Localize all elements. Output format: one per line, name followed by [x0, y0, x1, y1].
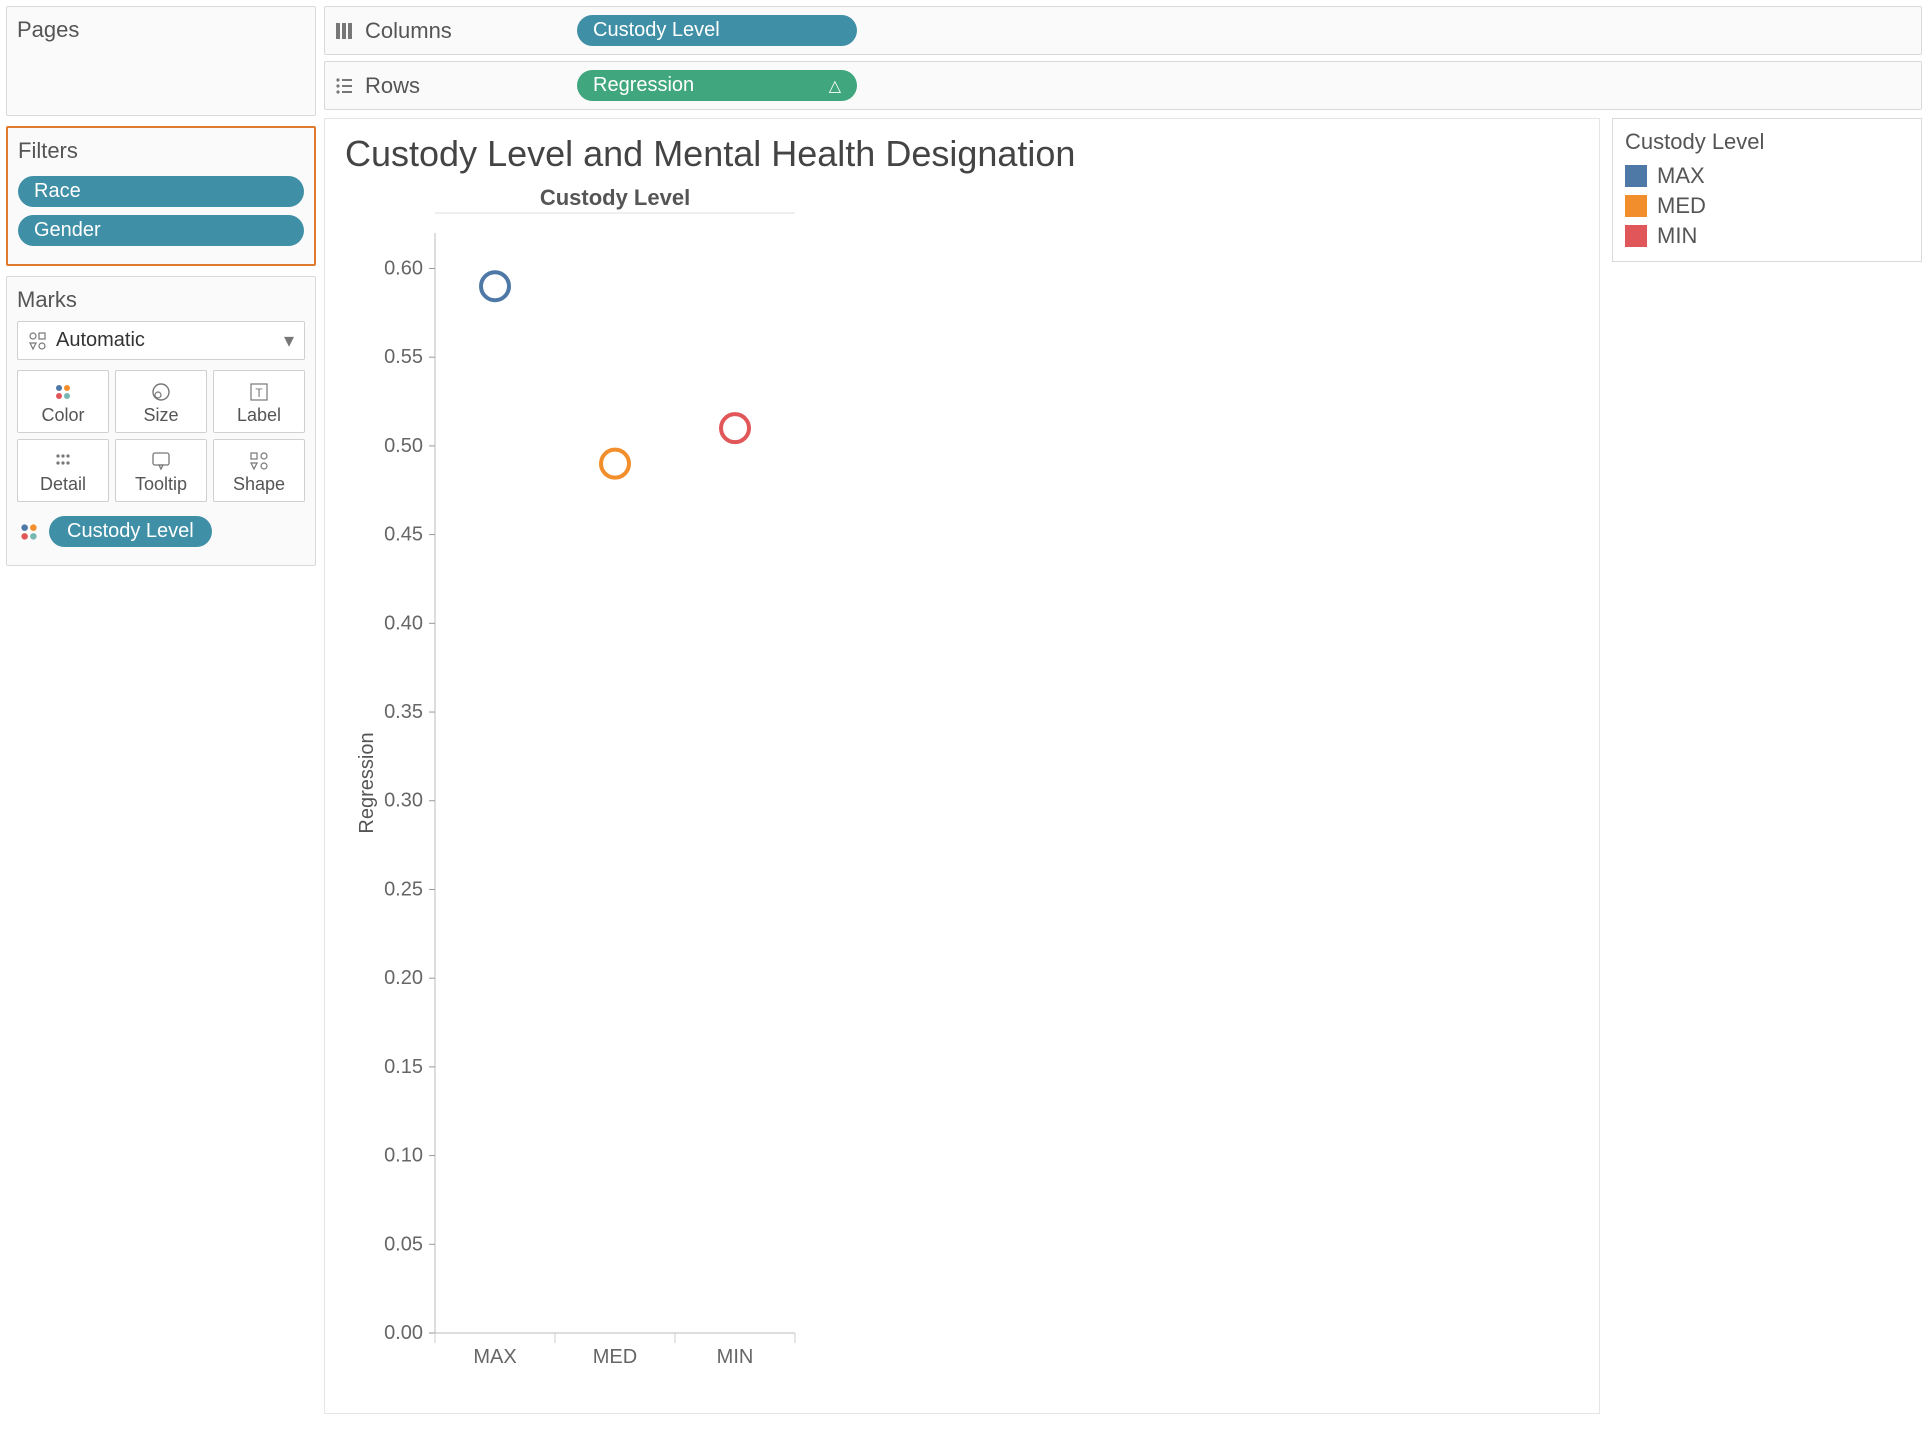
y-tick-label: 0.25 [384, 878, 423, 900]
marks-cell-label: Tooltip [135, 474, 187, 495]
column-header: Custody Level [540, 185, 690, 210]
marks-cell-label: Size [143, 405, 178, 426]
x-tick-label: MIN [717, 1346, 754, 1368]
marks-cell-label: Color [41, 405, 84, 426]
pill-label: Custody Level [67, 520, 194, 543]
marks-type-label: Automatic [56, 329, 145, 352]
label-icon: T [248, 379, 270, 405]
filters-title: Filters [18, 138, 304, 164]
legend-swatch [1625, 225, 1647, 247]
marks-size-button[interactable]: Size [115, 370, 207, 433]
y-tick-label: 0.35 [384, 701, 423, 723]
detail-icon [52, 448, 74, 474]
legend-item[interactable]: MAX [1625, 161, 1909, 191]
y-tick-label: 0.05 [384, 1233, 423, 1255]
x-tick-label: MED [593, 1346, 637, 1368]
pill-label: Gender [34, 219, 101, 242]
marks-color-button[interactable]: Color [17, 370, 109, 433]
legend-swatch [1625, 165, 1647, 187]
marks-tooltip-button[interactable]: Tooltip [115, 439, 207, 502]
y-tick-label: 0.15 [384, 1056, 423, 1078]
y-tick-label: 0.10 [384, 1145, 423, 1167]
legend-item[interactable]: MIN [1625, 221, 1909, 251]
y-tick-label: 0.20 [384, 967, 423, 989]
rows-pill-regression[interactable]: Regression △ [577, 70, 857, 101]
marks-title: Marks [17, 287, 305, 313]
rows-icon [333, 75, 355, 97]
filter-pill-race[interactable]: Race [18, 176, 304, 207]
marks-detail-button[interactable]: Detail [17, 439, 109, 502]
size-icon [148, 379, 174, 405]
y-tick-label: 0.40 [384, 612, 423, 634]
legend-title: Custody Level [1625, 129, 1909, 155]
color-icon [52, 379, 74, 405]
color-legend[interactable]: Custody Level MAX MED MIN [1612, 118, 1922, 262]
columns-label: Columns [365, 18, 452, 44]
tooltip-icon [150, 448, 172, 474]
data-point[interactable] [601, 450, 629, 478]
data-point[interactable] [481, 272, 509, 300]
chart-area: Custody Level 0.00 0.05 0.10 0.15 0.20 0.25 0.3… [345, 183, 1579, 1393]
filters-shelf[interactable]: Filters Race Gender [6, 126, 316, 266]
y-tick-label: 0.00 [384, 1322, 423, 1344]
y-tick-label: 0.45 [384, 524, 423, 546]
pages-title: Pages [17, 17, 305, 43]
marks-card: Marks Automatic ▾ [6, 276, 316, 566]
columns-shelf[interactable]: Columns Custody Level [324, 6, 1922, 55]
visualization-pane: Custody Level and Mental Health Designat… [324, 118, 1600, 1414]
y-tick-label: 0.30 [384, 790, 423, 812]
y-tick-label: 0.50 [384, 435, 423, 457]
y-tick-label: 0.55 [384, 346, 423, 368]
rows-label: Rows [365, 73, 420, 99]
chevron-down-icon: ▾ [284, 328, 294, 353]
color-legend-icon [17, 520, 41, 544]
marks-shape-button[interactable]: Shape [213, 439, 305, 502]
y-tick-label: 0.60 [384, 257, 423, 279]
shapes-icon [28, 331, 48, 351]
pill-label: Regression [593, 74, 694, 97]
marks-type-dropdown[interactable]: Automatic ▾ [17, 321, 305, 360]
triangle-icon: △ [829, 76, 841, 96]
rows-shelf[interactable]: Rows Regression △ [324, 61, 1922, 110]
mark-pill-custody-level[interactable]: Custody Level [49, 516, 212, 547]
svg-text:T: T [255, 386, 263, 400]
marks-cell-label: Label [237, 405, 281, 426]
pages-shelf[interactable]: Pages [6, 6, 316, 116]
marks-cell-label: Shape [233, 474, 285, 495]
filter-pill-gender[interactable]: Gender [18, 215, 304, 246]
legend-label: MED [1657, 193, 1706, 219]
shape-icon [248, 448, 270, 474]
y-axis-label: Regression [356, 732, 378, 833]
legend-label: MIN [1657, 223, 1697, 249]
pill-label: Race [34, 180, 81, 203]
legend-swatch [1625, 195, 1647, 217]
data-point[interactable] [721, 414, 749, 442]
legend-label: MAX [1657, 163, 1705, 189]
x-tick-label: MAX [473, 1346, 516, 1368]
viz-title[interactable]: Custody Level and Mental Health Designat… [345, 133, 1579, 175]
pill-label: Custody Level [593, 19, 720, 42]
legend-item[interactable]: MED [1625, 191, 1909, 221]
marks-cell-label: Detail [40, 474, 86, 495]
columns-pill-custody-level[interactable]: Custody Level [577, 15, 857, 46]
columns-icon [333, 20, 355, 42]
marks-label-button[interactable]: T Label [213, 370, 305, 433]
